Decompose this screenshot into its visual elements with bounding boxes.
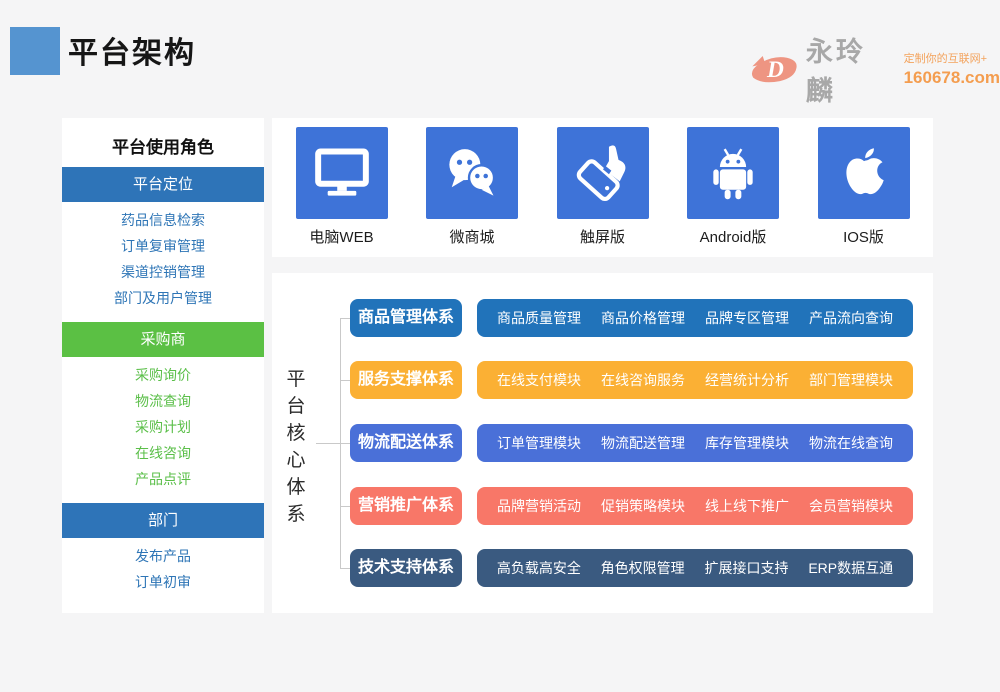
- sidebar-item-purchase-plan[interactable]: 采购计划: [62, 414, 264, 440]
- sidebar-item-order-first-review[interactable]: 订单初审: [62, 569, 264, 595]
- core-system-panel: 平台核心体系 商品管理体系 商品质量管理 商品价格管理 品牌专区管理 产品流向查…: [272, 273, 933, 613]
- platform-ios[interactable]: IOS版: [803, 118, 925, 257]
- sidebar-item-channel-control-mgmt[interactable]: 渠道控销管理: [62, 259, 264, 285]
- sidebar-item-order-review-mgmt[interactable]: 订单复审管理: [62, 233, 264, 259]
- core-row-label[interactable]: 服务支撑体系: [350, 361, 462, 399]
- platform-web[interactable]: 电脑WEB: [281, 118, 403, 257]
- core-row-product-mgmt: 商品管理体系 商品质量管理 商品价格管理 品牌专区管理 产品流向查询: [350, 299, 913, 337]
- core-row-marketing: 营销推广体系 品牌营销活动 促销策略模块 线上线下推广 会员营销模块: [350, 487, 913, 525]
- wechat-icon: [426, 127, 518, 219]
- page-title: 平台架构: [68, 28, 196, 72]
- core-item[interactable]: 高负载高安全: [497, 558, 581, 578]
- sidebar-group-links: 采购询价 物流查询 采购计划 在线咨询 产品点评: [62, 357, 264, 494]
- core-item[interactable]: 物流在线查询: [809, 433, 893, 453]
- core-row-label[interactable]: 营销推广体系: [350, 487, 462, 525]
- core-item[interactable]: 线上线下推广: [705, 496, 789, 516]
- core-item[interactable]: 品牌营销活动: [497, 496, 581, 516]
- sidebar-group-header-platform-position[interactable]: 平台定位: [62, 167, 264, 202]
- platform-label: 触屏版: [580, 226, 625, 247]
- sidebar-item-purchase-inquiry[interactable]: 采购询价: [62, 362, 264, 388]
- core-item[interactable]: 角色权限管理: [601, 558, 685, 578]
- core-item[interactable]: 促销策略模块: [601, 496, 685, 516]
- core-item[interactable]: ERP数据互通: [808, 558, 893, 578]
- android-icon: [687, 127, 779, 219]
- core-row-label[interactable]: 技术支持体系: [350, 549, 462, 587]
- core-row-items: 高负载高安全 角色权限管理 扩展接口支持 ERP数据互通: [477, 549, 913, 587]
- sidebar-item-drug-info-search[interactable]: 药品信息检索: [62, 207, 264, 233]
- sidebar-item-product-review[interactable]: 产品点评: [62, 466, 264, 492]
- core-row-items: 品牌营销活动 促销策略模块 线上线下推广 会员营销模块: [477, 487, 913, 525]
- sidebar-group-header-purchaser[interactable]: 采购商: [62, 322, 264, 357]
- title-accent-square: [10, 27, 60, 75]
- platform-android[interactable]: Android版: [672, 118, 794, 257]
- apple-icon: [818, 127, 910, 219]
- brand-domain: 160678.com: [904, 68, 1000, 88]
- platform-label: Android版: [700, 226, 767, 247]
- core-item[interactable]: 部门管理模块: [809, 370, 893, 390]
- core-row-items: 订单管理模块 物流配送管理 库存管理模块 物流在线查询: [477, 424, 913, 462]
- core-item[interactable]: 订单管理模块: [497, 433, 581, 453]
- core-item[interactable]: 经营统计分析: [705, 370, 789, 390]
- sidebar-group-links: 药品信息检索 订单复审管理 渠道控销管理 部门及用户管理: [62, 202, 264, 313]
- sidebar-item-publish-product[interactable]: 发布产品: [62, 543, 264, 569]
- desktop-icon: [296, 127, 388, 219]
- core-system-title: 平台核心体系: [283, 366, 309, 528]
- sidebar-item-dept-user-mgmt[interactable]: 部门及用户管理: [62, 285, 264, 311]
- core-item[interactable]: 在线咨询服务: [601, 370, 685, 390]
- core-item[interactable]: 物流配送管理: [601, 433, 685, 453]
- platform-label: 微商城: [449, 226, 494, 247]
- sidebar-item-logistics-query[interactable]: 物流查询: [62, 388, 264, 414]
- platform-label: 电脑WEB: [309, 226, 373, 247]
- sidebar-group-links: 发布产品 订单初审: [62, 538, 264, 597]
- platforms-panel: 电脑WEB 微商城: [272, 118, 933, 257]
- core-row-items: 商品质量管理 商品价格管理 品牌专区管理 产品流向查询: [477, 299, 913, 337]
- sidebar-group-header-department[interactable]: 部门: [62, 503, 264, 538]
- core-item[interactable]: 在线支付模块: [497, 370, 581, 390]
- core-row-items: 在线支付模块 在线咨询服务 经营统计分析 部门管理模块: [477, 361, 913, 399]
- core-row-tech-support: 技术支持体系 高负载高安全 角色权限管理 扩展接口支持 ERP数据互通: [350, 549, 913, 587]
- core-item[interactable]: 商品价格管理: [601, 308, 685, 328]
- platform-label: IOS版: [843, 226, 884, 247]
- core-item[interactable]: 产品流向查询: [809, 308, 893, 328]
- core-item[interactable]: 会员营销模块: [809, 496, 893, 516]
- logo: D 永玲麟 定制你的互联网+ 160678.com: [748, 30, 1000, 108]
- core-row-label[interactable]: 物流配送体系: [350, 424, 462, 462]
- connector-line: [316, 443, 340, 444]
- brand-d-icon: D: [748, 52, 800, 86]
- core-row-service-support: 服务支撑体系 在线支付模块 在线咨询服务 经营统计分析 部门管理模块: [350, 361, 913, 399]
- core-item[interactable]: 品牌专区管理: [705, 308, 789, 328]
- touchscreen-icon: [557, 127, 649, 219]
- core-item[interactable]: 库存管理模块: [705, 433, 789, 453]
- svg-text:D: D: [766, 57, 784, 83]
- brand-tagline: 定制你的互联网+: [904, 50, 1000, 66]
- core-item[interactable]: 商品质量管理: [497, 308, 581, 328]
- core-row-logistics: 物流配送体系 订单管理模块 物流配送管理 库存管理模块 物流在线查询: [350, 424, 913, 462]
- brand-name: 永玲麟: [806, 30, 896, 108]
- sidebar-title: 平台使用角色: [62, 118, 264, 158]
- platform-touchscreen[interactable]: 触屏版: [542, 118, 664, 257]
- platform-wechat-mall[interactable]: 微商城: [411, 118, 533, 257]
- core-item[interactable]: 扩展接口支持: [704, 558, 788, 578]
- core-row-label[interactable]: 商品管理体系: [350, 299, 462, 337]
- sidebar: 平台使用角色 平台定位 药品信息检索 订单复审管理 渠道控销管理 部门及用户管理…: [62, 118, 264, 613]
- sidebar-item-online-consult[interactable]: 在线咨询: [62, 440, 264, 466]
